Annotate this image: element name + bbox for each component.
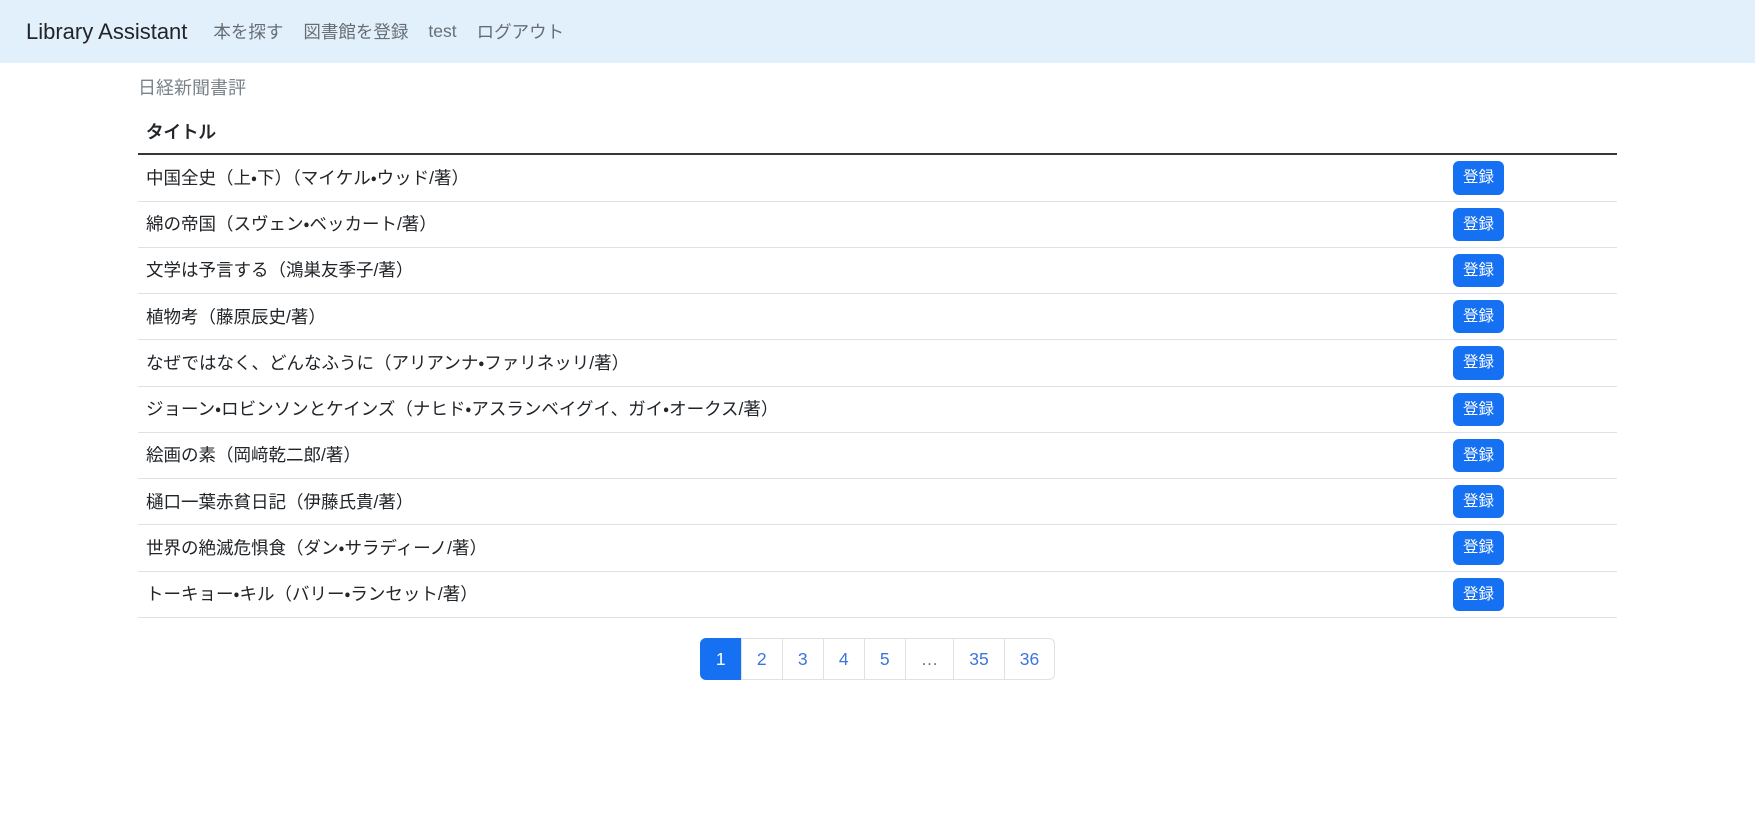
page-item-4: 4 bbox=[823, 638, 865, 681]
register-button[interactable]: 登録 bbox=[1453, 254, 1504, 287]
table-row: 世界の絶滅危惧食（ダン・サラディーノ/著）登録 bbox=[138, 525, 1617, 571]
page-item-5: 5 bbox=[864, 638, 906, 681]
actions-column-header bbox=[1445, 111, 1617, 154]
register-button[interactable]: 登録 bbox=[1453, 439, 1504, 472]
book-actions: 登録 bbox=[1445, 340, 1617, 386]
table-row: 植物考（藤原辰史/著）登録 bbox=[138, 294, 1617, 340]
main-content: 日経新聞書評 タイトル 中国全史（上・下）（マイケル・ウッド/著）登録綿の帝国（… bbox=[138, 75, 1617, 680]
books-table: タイトル 中国全史（上・下）（マイケル・ウッド/著）登録綿の帝国（スヴェン・ベッ… bbox=[138, 111, 1617, 618]
brand-link[interactable]: Library Assistant bbox=[26, 19, 187, 45]
book-title: 樋口一葉赤貧日記（伊藤氏貴/著） bbox=[138, 479, 1445, 525]
book-actions: 登録 bbox=[1445, 294, 1617, 340]
page-subtitle: 日経新聞書評 bbox=[138, 75, 1617, 102]
book-actions: 登録 bbox=[1445, 247, 1617, 293]
table-row: トーキョー・キル（バリー・ランセット/著）登録 bbox=[138, 571, 1617, 617]
table-header-row: タイトル bbox=[138, 111, 1617, 154]
table-row: 絵画の素（岡﨑乾二郎/著）登録 bbox=[138, 432, 1617, 478]
page-link-36[interactable]: 36 bbox=[1004, 638, 1055, 681]
page-item-ellipsis: … bbox=[905, 638, 955, 681]
book-actions: 登録 bbox=[1445, 525, 1617, 571]
register-button[interactable]: 登録 bbox=[1453, 346, 1504, 379]
book-title: トーキョー・キル（バリー・ランセット/著） bbox=[138, 571, 1445, 617]
navbar-menu: 本を探す図書館を登録testログアウト bbox=[203, 15, 574, 48]
pagination: 12345…3536 bbox=[138, 638, 1617, 681]
register-button[interactable]: 登録 bbox=[1453, 531, 1504, 564]
page-item-35: 35 bbox=[953, 638, 1004, 681]
page-link-3[interactable]: 3 bbox=[782, 638, 824, 681]
book-title: なぜではなく、どんなふうに（アリアンナ・ファリネッリ/著） bbox=[138, 340, 1445, 386]
table-row: 中国全史（上・下）（マイケル・ウッド/著）登録 bbox=[138, 154, 1617, 201]
nav-link-register-library[interactable]: 図書館を登録 bbox=[293, 15, 418, 48]
book-actions: 登録 bbox=[1445, 571, 1617, 617]
table-row: ジョーン・ロビンソンとケインズ（ナヒド・アスランベイグイ、ガイ・オークス/著）登… bbox=[138, 386, 1617, 432]
table-row: なぜではなく、どんなふうに（アリアンナ・ファリネッリ/著）登録 bbox=[138, 340, 1617, 386]
page-link-2[interactable]: 2 bbox=[741, 638, 783, 681]
pagination-list: 12345…3536 bbox=[700, 638, 1055, 681]
page-item-36: 36 bbox=[1004, 638, 1055, 681]
table-row: 樋口一葉赤貧日記（伊藤氏貴/著）登録 bbox=[138, 479, 1617, 525]
book-actions: 登録 bbox=[1445, 154, 1617, 201]
page-link-4[interactable]: 4 bbox=[823, 638, 865, 681]
book-title: 綿の帝国（スヴェン・ベッカート/著） bbox=[138, 201, 1445, 247]
book-title: ジョーン・ロビンソンとケインズ（ナヒド・アスランベイグイ、ガイ・オークス/著） bbox=[138, 386, 1445, 432]
book-title: 植物考（藤原辰史/著） bbox=[138, 294, 1445, 340]
book-title: 中国全史（上・下）（マイケル・ウッド/著） bbox=[138, 154, 1445, 201]
navbar: Library Assistant 本を探す図書館を登録testログアウト bbox=[0, 0, 1755, 63]
page-item-2: 2 bbox=[741, 638, 783, 681]
page-link-ellipsis: … bbox=[905, 638, 955, 681]
nav-link-logout[interactable]: ログアウト bbox=[467, 15, 575, 48]
title-column-header: タイトル bbox=[138, 111, 1445, 154]
register-button[interactable]: 登録 bbox=[1453, 485, 1504, 518]
book-actions: 登録 bbox=[1445, 479, 1617, 525]
register-button[interactable]: 登録 bbox=[1453, 161, 1504, 194]
book-actions: 登録 bbox=[1445, 386, 1617, 432]
nav-item-find-books: 本を探す bbox=[203, 15, 293, 48]
book-title: 絵画の素（岡﨑乾二郎/著） bbox=[138, 432, 1445, 478]
book-actions: 登録 bbox=[1445, 432, 1617, 478]
book-title: 世界の絶滅危惧食（ダン・サラディーノ/著） bbox=[138, 525, 1445, 571]
book-title: 文学は予言する（鴻巣友季子/著） bbox=[138, 247, 1445, 293]
page-item-1: 1 bbox=[700, 638, 742, 681]
table-row: 文学は予言する（鴻巣友季子/著）登録 bbox=[138, 247, 1617, 293]
page-link-1[interactable]: 1 bbox=[700, 638, 742, 681]
page-link-35[interactable]: 35 bbox=[953, 638, 1004, 681]
page-item-3: 3 bbox=[782, 638, 824, 681]
register-button[interactable]: 登録 bbox=[1453, 393, 1504, 426]
nav-link-find-books[interactable]: 本を探す bbox=[203, 15, 293, 48]
book-actions: 登録 bbox=[1445, 201, 1617, 247]
table-row: 綿の帝国（スヴェン・ベッカート/著）登録 bbox=[138, 201, 1617, 247]
nav-item-logout: ログアウト bbox=[467, 15, 575, 48]
page-link-5[interactable]: 5 bbox=[864, 638, 906, 681]
nav-item-user: test bbox=[418, 17, 466, 46]
register-button[interactable]: 登録 bbox=[1453, 300, 1504, 333]
nav-link-user[interactable]: test bbox=[418, 17, 466, 46]
register-button[interactable]: 登録 bbox=[1453, 208, 1504, 241]
nav-item-register-library: 図書館を登録 bbox=[293, 15, 418, 48]
register-button[interactable]: 登録 bbox=[1453, 578, 1504, 611]
